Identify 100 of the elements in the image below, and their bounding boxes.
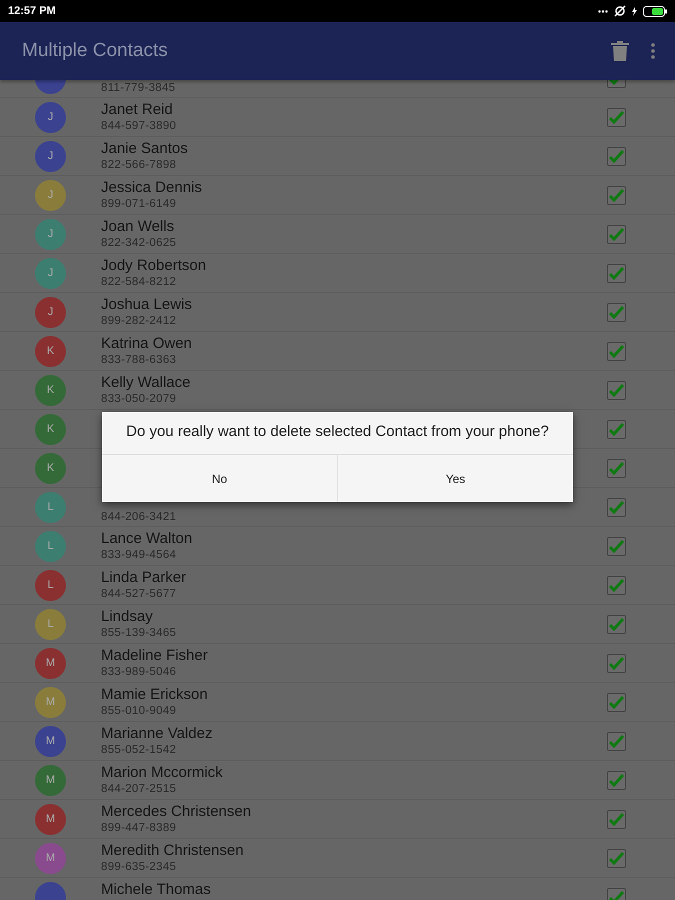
contact-checkbox[interactable] <box>607 224 626 244</box>
check-icon <box>609 734 624 748</box>
contact-checkbox[interactable] <box>607 380 626 400</box>
contact-checkbox[interactable] <box>607 848 626 868</box>
contact-phone: 833-989-5046 <box>101 665 176 679</box>
contact-checkbox[interactable] <box>607 770 626 790</box>
contact-name: Joshua Lewis <box>101 296 192 314</box>
contact-name: Jessica Dennis <box>101 179 202 197</box>
contact-checkbox[interactable] <box>607 420 626 438</box>
contact-avatar: L <box>35 530 66 562</box>
contact-name: Madeline Fisher <box>101 647 208 665</box>
contact-avatar: J <box>35 102 66 132</box>
contact-checkbox[interactable] <box>607 614 626 634</box>
contact-phone: 899-071-6149 <box>101 197 176 211</box>
contact-avatar: J <box>35 218 66 250</box>
contact-phone: 855-052-1542 <box>101 743 176 757</box>
contact-name: Lindsay <box>101 608 153 626</box>
contact-phone: 844-597-3890 <box>101 119 176 133</box>
contact-avatar: M <box>35 804 66 834</box>
contact-phone: 855-139-3465 <box>101 626 176 640</box>
contact-phone: 844-206-3421 <box>101 510 176 524</box>
check-icon <box>609 812 624 826</box>
contact-avatar: J <box>35 258 66 288</box>
contact-phone: 811-779-3845 <box>101 81 176 95</box>
trash-icon <box>611 41 629 61</box>
contact-avatar: K <box>35 452 66 484</box>
contact-checkbox[interactable] <box>607 732 626 750</box>
contact-avatar: L <box>35 492 66 522</box>
contact-name: Janie Santos <box>101 140 188 158</box>
contact-avatar: M <box>35 842 66 874</box>
contact-avatar: J <box>35 296 66 328</box>
contact-name: Kelly Wallace <box>101 374 190 392</box>
check-icon <box>609 344 624 358</box>
sync-off-icon <box>614 5 626 17</box>
contact-checkbox[interactable] <box>607 810 626 828</box>
contact-avatar: J <box>35 140 66 172</box>
contact-checkbox[interactable] <box>607 576 626 594</box>
dialog-button[interactable]: Yes <box>337 455 573 502</box>
contact-checkbox[interactable] <box>607 342 626 360</box>
contact-avatar: K <box>35 374 66 406</box>
contact-checkbox[interactable] <box>607 458 626 478</box>
contact-name: Linda Parker <box>101 569 186 587</box>
check-icon <box>609 384 624 396</box>
contact-name: Lance Walton <box>101 530 192 548</box>
contact-checkbox[interactable] <box>607 186 626 204</box>
menu-icon <box>651 43 655 59</box>
contact-avatar: K <box>35 414 66 444</box>
contact-name: Katrina Owen <box>101 335 192 353</box>
battery-icon <box>643 6 667 16</box>
contact-checkbox[interactable] <box>607 654 626 672</box>
check-icon <box>609 578 624 592</box>
contact-phone: 844-207-2515 <box>101 782 176 796</box>
check-icon <box>609 500 624 514</box>
contact-avatar: M <box>35 686 66 718</box>
contact-name: Mercedes Christensen <box>101 803 252 821</box>
check-icon <box>609 188 624 202</box>
more-dots-icon <box>598 10 608 12</box>
contact-phone: 833-788-6363 <box>101 353 176 367</box>
check-icon <box>609 774 624 786</box>
contact-phone: 822-584-8212 <box>101 275 176 289</box>
contact-phone: 899-447-8389 <box>101 821 176 835</box>
check-icon <box>609 656 624 670</box>
check-icon <box>609 266 624 280</box>
contact-phone: 833-050-2079 <box>101 392 176 406</box>
contact-avatar: K <box>35 336 66 366</box>
contact-avatar: M <box>35 726 66 756</box>
contact-checkbox[interactable] <box>607 692 626 712</box>
contact-name: Marion Mccormick <box>101 764 223 782</box>
contact-checkbox[interactable] <box>607 108 626 126</box>
contact-phone: 899-635-2345 <box>101 860 176 874</box>
check-icon <box>609 540 624 552</box>
check-icon <box>609 150 624 162</box>
check-icon <box>609 890 624 900</box>
app-title: Multiple Contacts <box>22 40 169 62</box>
contact-checkbox[interactable] <box>607 264 626 282</box>
contact-name: Michele Thomas <box>101 881 211 899</box>
contact-avatar: M <box>35 764 66 796</box>
check-icon <box>609 306 624 318</box>
dialog-button[interactable]: No <box>102 455 337 502</box>
check-icon <box>609 696 624 708</box>
contact-phone: 822-342-0625 <box>101 236 176 250</box>
contact-checkbox[interactable] <box>607 536 626 556</box>
contact-avatar: M <box>35 648 66 678</box>
check-icon <box>609 852 624 864</box>
contact-avatar: J <box>35 180 66 210</box>
contact-checkbox[interactable] <box>607 146 626 166</box>
contact-phone: 822-566-7898 <box>101 158 176 172</box>
check-icon <box>609 462 624 474</box>
check-icon <box>609 422 624 436</box>
check-icon <box>609 618 624 630</box>
contact-name: Janet Reid <box>101 101 173 119</box>
contact-phone: 855-010-9049 <box>101 704 176 718</box>
contact-checkbox[interactable] <box>607 302 626 322</box>
contact-phone: 844-527-5677 <box>101 587 176 601</box>
contact-name: Jody Robertson <box>101 257 206 275</box>
contact-phone: 899-282-2412 <box>101 314 176 328</box>
charging-icon <box>632 6 637 16</box>
contact-name: Meredith Christensen <box>101 842 244 860</box>
contact-checkbox[interactable] <box>607 498 626 516</box>
contact-name: Mamie Erickson <box>101 686 208 704</box>
